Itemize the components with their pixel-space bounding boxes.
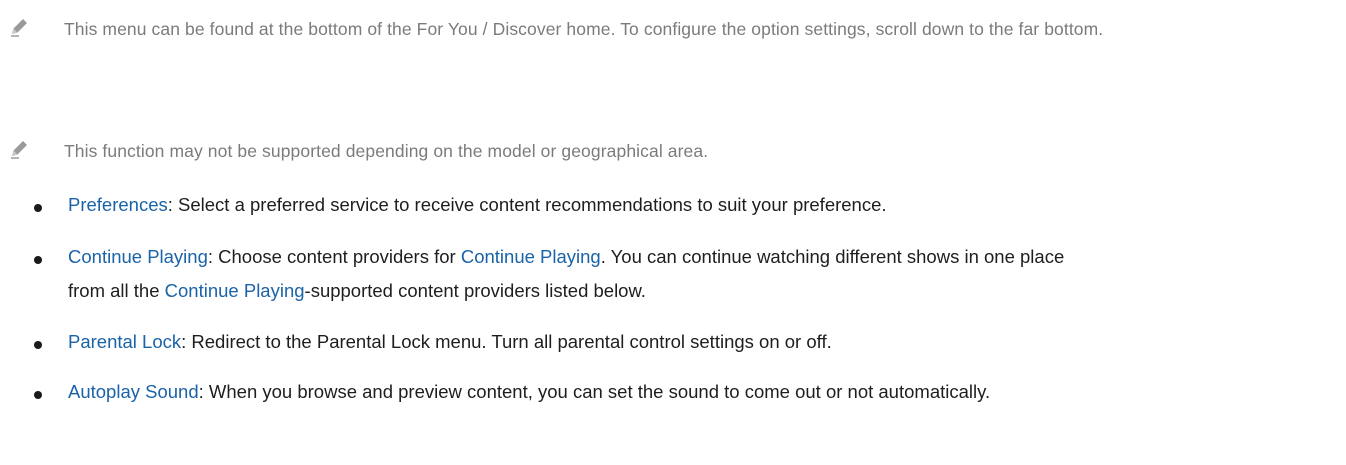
desc: : Redirect to the Parental Lock menu. Tu… <box>181 331 832 352</box>
pencil-icon <box>8 138 34 160</box>
list-item-parental-lock: Parental Lock: Redirect to the Parental … <box>34 325 1330 359</box>
desc: : Select a preferred service to receive … <box>167 194 887 215</box>
list-item-preferences: Preferences: Select a preferred service … <box>34 188 1330 222</box>
pencil-icon <box>8 16 34 38</box>
term-autoplay-sound: Autoplay Sound <box>68 381 199 402</box>
desc-part-a: : Choose content providers for <box>207 246 461 267</box>
bullet-dot <box>34 391 42 399</box>
bullet-dot <box>34 204 42 212</box>
list-item-autoplay-sound: Autoplay Sound: When you browse and prev… <box>34 375 1330 409</box>
list-item-text: Preferences: Select a preferred service … <box>68 188 887 222</box>
bullet-dot <box>34 341 42 349</box>
term-continue-playing: Continue Playing <box>68 246 208 267</box>
note-availability: This function may not be supported depen… <box>8 134 1328 168</box>
term-continue-playing-3: Continue Playing <box>164 280 305 301</box>
term-parental-lock: Parental Lock <box>68 331 182 352</box>
list-item-continue-playing: Continue Playing: Choose content provide… <box>34 240 1330 308</box>
term-continue-playing-2: Continue Playing <box>460 246 601 267</box>
note-text: This function may not be supported depen… <box>64 141 709 161</box>
note-model-location: This menu can be found at the bottom of … <box>8 12 1328 46</box>
bullet-dot <box>34 256 42 264</box>
list-item-text: Continue Playing: Choose content provide… <box>68 240 1068 308</box>
term-preferences: Preferences <box>68 194 168 215</box>
desc-part-c: -supported content providers listed belo… <box>304 280 646 301</box>
note-text: This menu can be found at the bottom of … <box>64 19 1104 39</box>
list-item-text: Parental Lock: Redirect to the Parental … <box>68 325 832 359</box>
desc: : When you browse and preview content, y… <box>198 381 991 402</box>
list-item-text: Autoplay Sound: When you browse and prev… <box>68 375 1008 409</box>
